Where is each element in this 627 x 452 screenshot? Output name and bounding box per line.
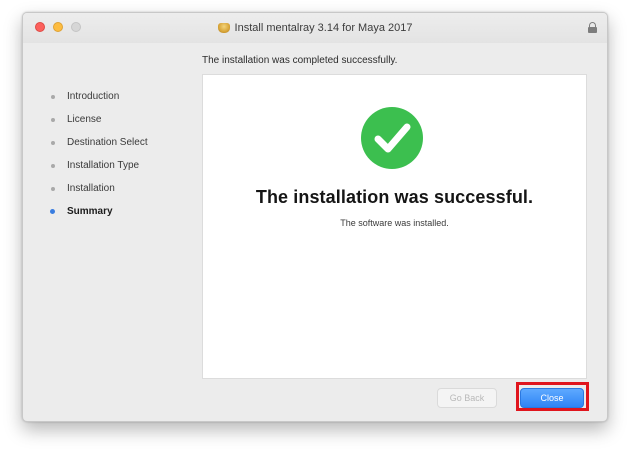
step-bullet-icon bbox=[51, 141, 55, 145]
close-button[interactable]: Close bbox=[520, 388, 584, 408]
sidebar-item-label: License bbox=[67, 114, 102, 125]
step-bullet-icon bbox=[51, 187, 55, 191]
success-title: The installation was successful. bbox=[255, 187, 534, 207]
title-bar[interactable]: Install mentalray 3.14 for Maya 2017 bbox=[23, 13, 607, 43]
sidebar-item-label: Installation Type bbox=[67, 160, 140, 171]
sidebar-item-installation: Installation bbox=[23, 177, 193, 200]
sidebar-item-label: Destination Select bbox=[67, 137, 148, 148]
step-bullet-icon bbox=[51, 118, 55, 122]
installer-package-icon bbox=[217, 23, 230, 33]
sidebar-item-destination-select: Destination Select bbox=[23, 131, 193, 154]
installation-status-heading: The installation was completed successfu… bbox=[202, 55, 398, 66]
go-back-button[interactable]: Go Back bbox=[437, 388, 497, 408]
checkmark-circle-background bbox=[361, 107, 423, 169]
summary-panel: The installation was successful. The sof… bbox=[202, 74, 587, 379]
sidebar-item-license: License bbox=[23, 108, 193, 131]
sidebar-item-summary: Summary bbox=[23, 200, 193, 223]
sidebar-item-installation-type: Installation Type bbox=[23, 154, 193, 177]
step-bullet-icon bbox=[51, 164, 55, 168]
installer-window: Install mentalray 3.14 for Maya 2017 The… bbox=[22, 12, 608, 422]
window-title: Install mentalray 3.14 for Maya 2017 bbox=[234, 22, 413, 34]
checkmark-circle-icon bbox=[361, 107, 423, 169]
window-title-group: Install mentalray 3.14 for Maya 2017 bbox=[23, 13, 607, 43]
active-step-bullet-icon bbox=[50, 209, 55, 214]
sidebar-item-label: Summary bbox=[67, 206, 113, 217]
lock-body bbox=[588, 27, 597, 33]
screenshot-stage: Install mentalray 3.14 for Maya 2017 The… bbox=[0, 0, 627, 452]
installer-steps-sidebar: Introduction License Destination Select … bbox=[23, 85, 193, 223]
sidebar-item-label: Installation bbox=[67, 183, 115, 194]
lock-icon[interactable] bbox=[588, 22, 597, 33]
success-subtitle: The software was installed. bbox=[340, 218, 449, 228]
sidebar-item-label: Introduction bbox=[67, 91, 120, 102]
step-bullet-icon bbox=[51, 95, 55, 99]
sidebar-item-introduction: Introduction bbox=[23, 85, 193, 108]
